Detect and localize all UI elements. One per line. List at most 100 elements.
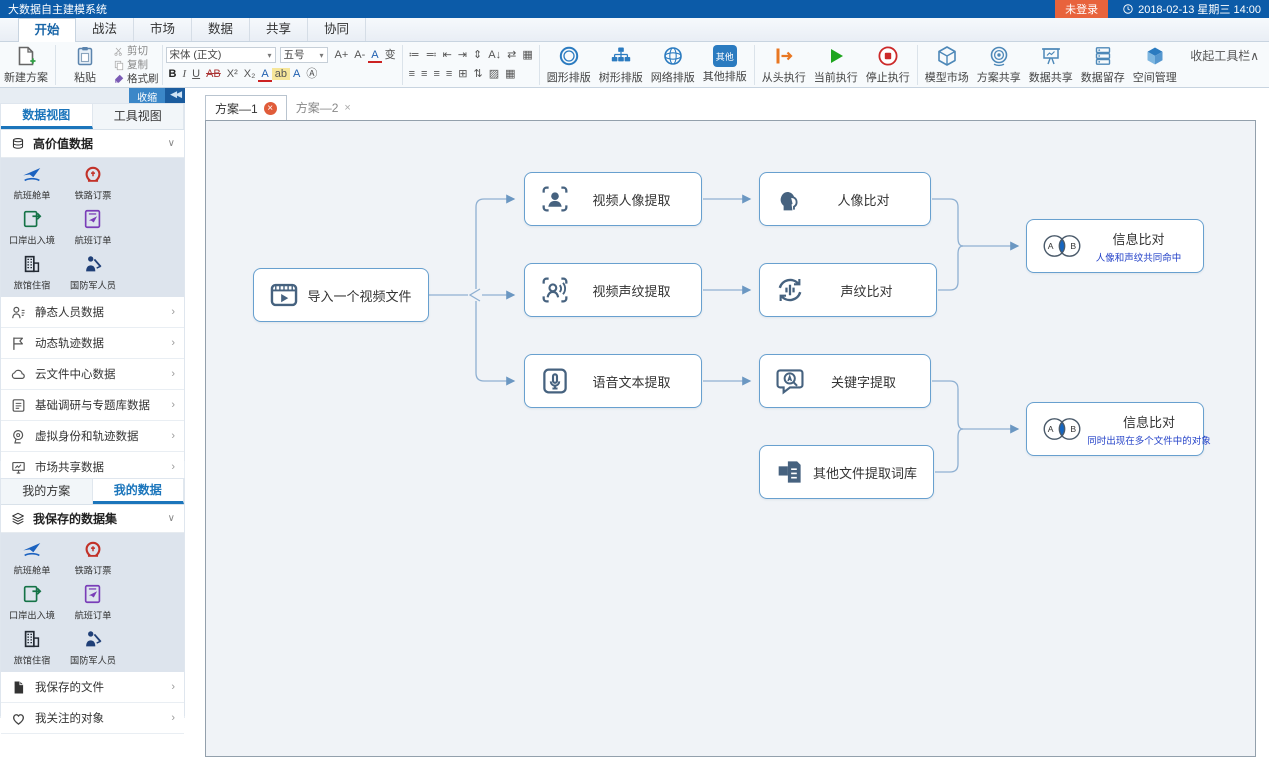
close-tab-icon[interactable]: × (264, 102, 277, 115)
line-spacing-icon[interactable]: ⇕ (470, 49, 485, 61)
collapse-toolbar-button[interactable]: 收起工具栏∧ (1190, 47, 1259, 64)
model-market-button[interactable]: 模型市场 (921, 43, 973, 87)
dataset-item[interactable]: 航班舱单 (2, 535, 63, 580)
menu-tab-start[interactable]: 开始 (18, 18, 76, 43)
node-extract-keyword[interactable]: 关键字提取 (759, 354, 931, 408)
tab-tool-view[interactable]: 工具视图 (93, 104, 185, 129)
run-current-button[interactable]: 当前执行 (810, 43, 862, 87)
node-compare-voiceprint[interactable]: 声纹比对 (759, 263, 937, 317)
clear-format-icon[interactable]: A (368, 49, 381, 63)
section-high-value-data[interactable]: 高价值数据 ∨ (1, 130, 184, 158)
category-row[interactable]: 动态轨迹数据› (1, 328, 184, 359)
stop-icon (876, 44, 900, 68)
bullet-list-icon[interactable]: ≔ (406, 49, 423, 61)
grow-font-icon[interactable]: A+ (332, 49, 352, 61)
font-name-select[interactable]: 宋体 (正文) ▾ (166, 47, 276, 63)
dataset-item[interactable]: 航班舱单 (2, 160, 63, 205)
shading-icon[interactable]: ▨ (486, 68, 502, 80)
flow-canvas[interactable]: 导入一个视频文件 视频人像提取 视频声纹提取 语音文本提取 人像比对 声纹比对 … (205, 120, 1256, 757)
copy-button[interactable]: 复制 (113, 58, 159, 72)
data-retain-button[interactable]: 数据留存 (1077, 43, 1129, 87)
italic-icon[interactable]: I (179, 68, 189, 80)
category-row[interactable]: 静态人员数据› (1, 297, 184, 328)
superscript-icon[interactable]: X² (224, 68, 241, 80)
decrease-indent-icon[interactable]: ⇤ (440, 49, 455, 61)
borders-icon[interactable]: ▦ (502, 68, 518, 80)
dataset-item[interactable]: 口岸出入境 (2, 580, 63, 625)
subscript-icon[interactable]: X₂ (241, 68, 259, 80)
close-tab-icon[interactable]: × (344, 102, 350, 114)
dataset-item[interactable]: 航班订单 (63, 580, 124, 625)
canvas-tab-plan1[interactable]: 方案—1 × (205, 95, 287, 120)
align-left-icon[interactable]: ≡ (406, 68, 418, 80)
node-info-compare-1[interactable]: A B 信息比对 人像和声纹共同命中 (1026, 219, 1204, 273)
category-row[interactable]: 基础调研与专题库数据› (1, 390, 184, 421)
paste-icon (73, 44, 97, 68)
node-extract-voiceprint[interactable]: 视频声纹提取 (524, 263, 702, 317)
tab-data-view[interactable]: 数据视图 (1, 104, 93, 129)
format-painter-button[interactable]: 格式刷 (113, 72, 159, 86)
node-import-video[interactable]: 导入一个视频文件 (253, 268, 429, 322)
category-row[interactable]: 云文件中心数据› (1, 359, 184, 390)
data-share-button[interactable]: 数据共享 (1025, 43, 1077, 87)
table-grid-icon[interactable]: ▦ (519, 49, 535, 61)
change-case-icon[interactable]: 变 (382, 49, 399, 61)
category-row[interactable]: 虚拟身份和轨迹数据› (1, 421, 184, 452)
dataset-item[interactable]: 航班订单 (63, 205, 124, 250)
node-other-files-lexicon[interactable]: 其他文件提取词库 (759, 445, 934, 499)
tab-my-data[interactable]: 我的数据 (93, 479, 185, 504)
canvas-tab-plan2[interactable]: 方案—2 × (287, 95, 360, 120)
tree-layout-button[interactable]: 树形排版 (595, 43, 647, 87)
plan-share-button[interactable]: 方案共享 (973, 43, 1025, 87)
numbered-list-icon[interactable]: ≕ (423, 49, 440, 61)
highlight-icon[interactable]: ab (272, 68, 290, 80)
paragraph-spacing-icon[interactable]: ⇅ (471, 68, 486, 80)
char-shading-icon[interactable]: A (290, 68, 303, 80)
align-center-icon[interactable]: ≡ (418, 68, 430, 80)
increase-indent-icon[interactable]: ⇥ (455, 49, 470, 61)
underline-icon[interactable]: U (189, 68, 203, 80)
run-from-start-button[interactable]: 从头执行 (758, 43, 810, 87)
menu-tab-data[interactable]: 数据 (192, 18, 250, 41)
dataset-item[interactable]: 旅馆住宿 (2, 250, 63, 295)
dataset-item[interactable]: 旅馆住宿 (2, 625, 63, 670)
sidebar-collapse-button[interactable]: 收缩 ◀◀ (129, 88, 185, 103)
dataset-item[interactable]: 铁路订票 (63, 160, 124, 205)
enclose-char-icon[interactable]: Ⓐ (303, 68, 320, 80)
node-extract-speech-text[interactable]: 语音文本提取 (524, 354, 702, 408)
dataset-item[interactable]: 口岸出入境 (2, 205, 63, 250)
cut-button[interactable]: 剪切 (113, 44, 159, 58)
other-layout-button[interactable]: 其他 其他排版 (699, 43, 751, 87)
login-status-badge[interactable]: 未登录 (1055, 0, 1108, 18)
row-followed-objects[interactable]: 我关注的对象 › (1, 703, 184, 734)
menu-tab-collab[interactable]: 协同 (308, 18, 366, 41)
section-my-datasets[interactable]: 我保存的数据集 ∨ (1, 505, 184, 533)
new-plan-button[interactable]: 新建方案 (0, 43, 52, 87)
row-saved-files[interactable]: 我保存的文件 › (1, 672, 184, 703)
sort-icon[interactable]: A↓ (485, 49, 504, 61)
dataset-item[interactable]: 国防军人员 (63, 250, 124, 295)
tab-my-plans[interactable]: 我的方案 (1, 479, 93, 504)
node-extract-face[interactable]: 视频人像提取 (524, 172, 702, 226)
space-manage-button[interactable]: 空间管理 (1129, 43, 1181, 87)
circle-layout-button[interactable]: 圆形排版 (543, 43, 595, 87)
dataset-item[interactable]: 国防军人员 (63, 625, 124, 670)
node-compare-face[interactable]: 人像比对 (759, 172, 931, 226)
menu-tab-market[interactable]: 市场 (134, 18, 192, 41)
strikethrough-icon[interactable]: AB (203, 68, 224, 80)
node-info-compare-2[interactable]: A B 信息比对 同时出现在多个文件中的对象 (1026, 402, 1204, 456)
menu-tab-share[interactable]: 共享 (250, 18, 308, 41)
menu-tab-tactics[interactable]: 战法 (76, 18, 134, 41)
stop-run-button[interactable]: 停止执行 (862, 43, 914, 87)
align-right-icon[interactable]: ≡ (430, 68, 442, 80)
paste-button[interactable]: 粘贴 (59, 43, 111, 87)
dataset-item[interactable]: 铁路订票 (63, 535, 124, 580)
network-layout-button[interactable]: 网络排版 (647, 43, 699, 87)
shrink-font-icon[interactable]: A- (351, 49, 368, 61)
justify-icon[interactable]: ≡ (443, 68, 455, 80)
font-color-icon[interactable]: A (258, 68, 271, 82)
symbol-icon[interactable]: ⇄ (504, 49, 519, 61)
font-size-select[interactable]: 五号 ▾ (280, 47, 328, 63)
distribute-icon[interactable]: ⊞ (455, 68, 470, 80)
bold-icon[interactable]: B (166, 68, 180, 80)
